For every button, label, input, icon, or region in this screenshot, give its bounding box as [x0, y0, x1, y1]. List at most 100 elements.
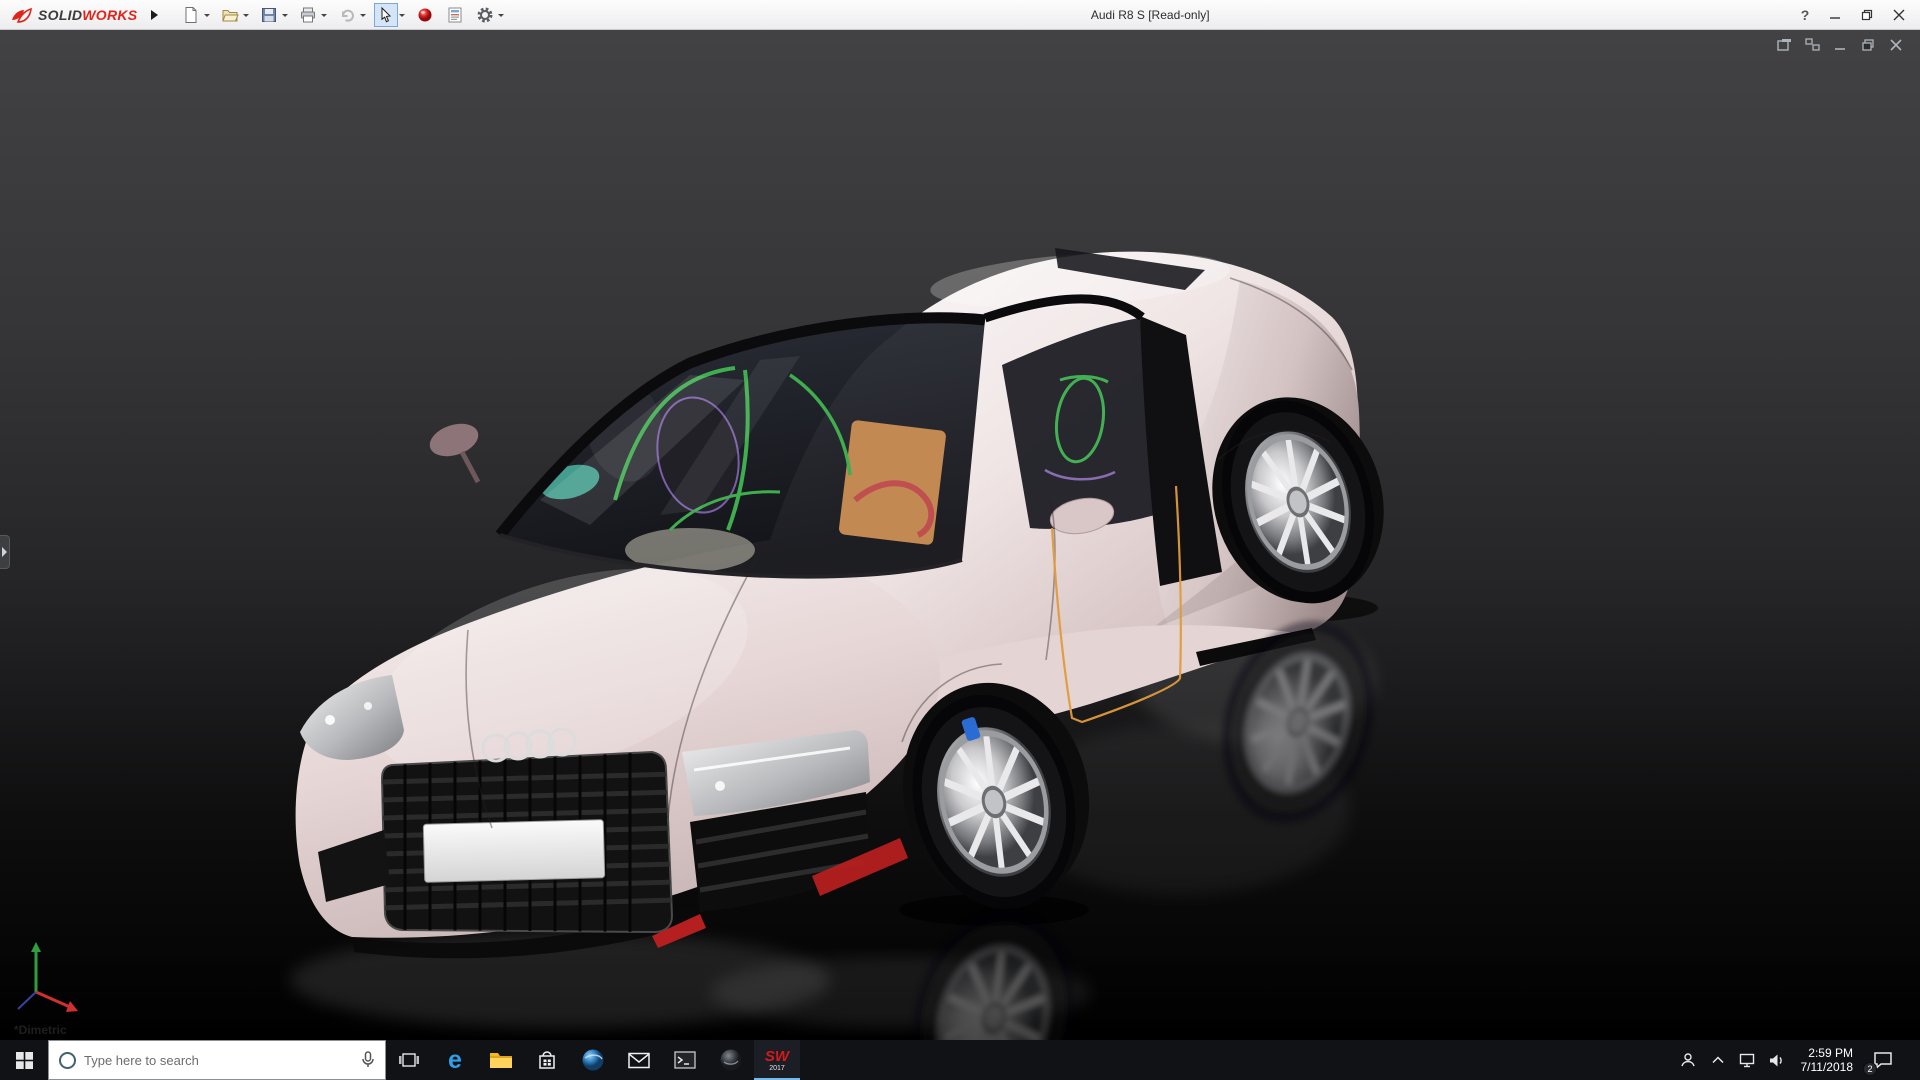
taskbar-search[interactable]	[48, 1040, 386, 1080]
restore-doc-button[interactable]	[1858, 36, 1878, 54]
graphics-viewport[interactable]: *Dimetric	[0, 30, 1920, 1040]
cortana-icon	[59, 1052, 76, 1069]
gear-icon	[476, 6, 494, 24]
mail-icon	[628, 1052, 650, 1069]
open-folder-icon	[221, 6, 239, 24]
task-view-icon	[399, 1052, 419, 1068]
caret-down-icon[interactable]	[399, 14, 405, 20]
document-window-controls	[1774, 36, 1906, 54]
close-icon	[1893, 9, 1905, 21]
chevron-up-icon	[1712, 1056, 1724, 1064]
maximize-button[interactable]	[1852, 2, 1882, 28]
volume-icon	[1769, 1053, 1786, 1068]
caret-down-icon[interactable]	[282, 14, 288, 20]
print-button[interactable]	[296, 3, 320, 27]
store-bag-icon	[537, 1050, 557, 1070]
help-button[interactable]: ?	[1792, 2, 1818, 28]
options-button[interactable]	[473, 3, 497, 27]
caret-down-icon[interactable]	[498, 14, 504, 20]
taskbar-browser-button[interactable]	[570, 1040, 616, 1080]
taskbar-mail-button[interactable]	[616, 1040, 662, 1080]
print-icon	[299, 6, 317, 24]
design-binder-button[interactable]	[443, 3, 467, 27]
tile-window-icon	[1805, 38, 1820, 52]
windows-taskbar: e	[0, 1040, 1920, 1080]
search-input[interactable]	[84, 1053, 353, 1068]
document-title: Audi R8 S [Read-only]	[508, 8, 1792, 22]
microphone-icon[interactable]	[361, 1051, 375, 1069]
feature-panel-expander[interactable]	[0, 535, 10, 569]
window-controls: ?	[1792, 2, 1920, 28]
new-window-button[interactable]	[1774, 36, 1794, 54]
restore-icon	[1861, 9, 1873, 21]
toolbar-flyout-button[interactable]	[145, 4, 163, 26]
orientation-triad	[18, 942, 78, 1012]
hidden-icons-button[interactable]	[1705, 1040, 1731, 1080]
network-icon	[1739, 1053, 1757, 1068]
close-doc-button[interactable]	[1886, 36, 1906, 54]
new-document-icon	[182, 6, 200, 24]
standard-toolbar	[177, 2, 508, 28]
restore-doc-icon	[1861, 38, 1875, 52]
notification-badge: 2	[1863, 1062, 1877, 1076]
new-document-button[interactable]	[179, 3, 203, 27]
network-button[interactable]	[1735, 1040, 1761, 1080]
open-button[interactable]	[218, 3, 242, 27]
design-binder-icon	[446, 6, 464, 24]
license-plate[interactable]	[423, 820, 604, 883]
taskbar-explorer-button[interactable]	[478, 1040, 524, 1080]
caret-down-icon[interactable]	[204, 14, 210, 20]
select-pointer-icon	[377, 6, 395, 24]
new-window-icon	[1777, 38, 1792, 52]
left-headlight[interactable]	[300, 675, 404, 760]
taskbar-edge-button[interactable]: e	[432, 1040, 478, 1080]
minimize-doc-icon	[1833, 38, 1847, 52]
command-prompt-icon	[674, 1051, 696, 1069]
app-titlebar: SOLIDWORKS	[0, 0, 1920, 30]
start-button[interactable]	[0, 1040, 48, 1080]
headlight-sparkle	[325, 715, 335, 725]
car-3d-model[interactable]	[0, 30, 1920, 1040]
blue-sphere-icon	[581, 1048, 605, 1072]
solidworks-app-icon: SW 2017	[765, 1049, 789, 1072]
left-mirror[interactable]	[426, 418, 483, 482]
close-button[interactable]	[1884, 2, 1914, 28]
save-icon	[260, 6, 278, 24]
minimize-icon	[1829, 9, 1841, 21]
appearances-button[interactable]	[413, 3, 437, 27]
undo-button[interactable]	[335, 3, 359, 27]
select-tool-button[interactable]	[374, 3, 398, 27]
close-doc-icon	[1889, 38, 1903, 52]
clock[interactable]: 2:59 PM 7/11/2018	[1795, 1040, 1860, 1080]
caret-down-icon[interactable]	[243, 14, 249, 20]
solidworks-logo: SOLIDWORKS	[0, 6, 145, 24]
caret-down-icon[interactable]	[360, 14, 366, 20]
people-icon	[1680, 1052, 1696, 1068]
minimize-button[interactable]	[1820, 2, 1850, 28]
clock-time: 2:59 PM	[1801, 1046, 1854, 1060]
taskbar-terminal-button[interactable]	[662, 1040, 708, 1080]
edge-icon: e	[448, 1048, 462, 1073]
action-center-button[interactable]: 2	[1863, 1040, 1903, 1080]
headlight-sparkle	[364, 702, 372, 710]
headlight-sparkle	[715, 781, 725, 791]
people-button[interactable]	[1675, 1040, 1701, 1080]
windows-logo-icon	[16, 1052, 33, 1069]
file-explorer-icon	[489, 1050, 513, 1070]
taskbar-solidworks-button[interactable]: SW 2017	[754, 1040, 800, 1080]
appearance-sphere-icon	[416, 6, 434, 24]
taskbar-app-button[interactable]	[708, 1040, 754, 1080]
undo-icon	[338, 6, 356, 24]
system-tray: 2:59 PM 7/11/2018 2	[1675, 1040, 1920, 1080]
solidworks-window: SOLIDWORKS	[0, 0, 1920, 1080]
caret-down-icon[interactable]	[321, 14, 327, 20]
dark-sphere-icon	[719, 1048, 743, 1072]
tile-window-button[interactable]	[1802, 36, 1822, 54]
taskbar-store-button[interactable]	[524, 1040, 570, 1080]
minimize-doc-button[interactable]	[1830, 36, 1850, 54]
brand-text: SOLIDWORKS	[38, 7, 137, 23]
volume-button[interactable]	[1765, 1040, 1791, 1080]
task-view-button[interactable]	[386, 1040, 432, 1080]
save-button[interactable]	[257, 3, 281, 27]
ds-logo-icon	[10, 6, 34, 24]
